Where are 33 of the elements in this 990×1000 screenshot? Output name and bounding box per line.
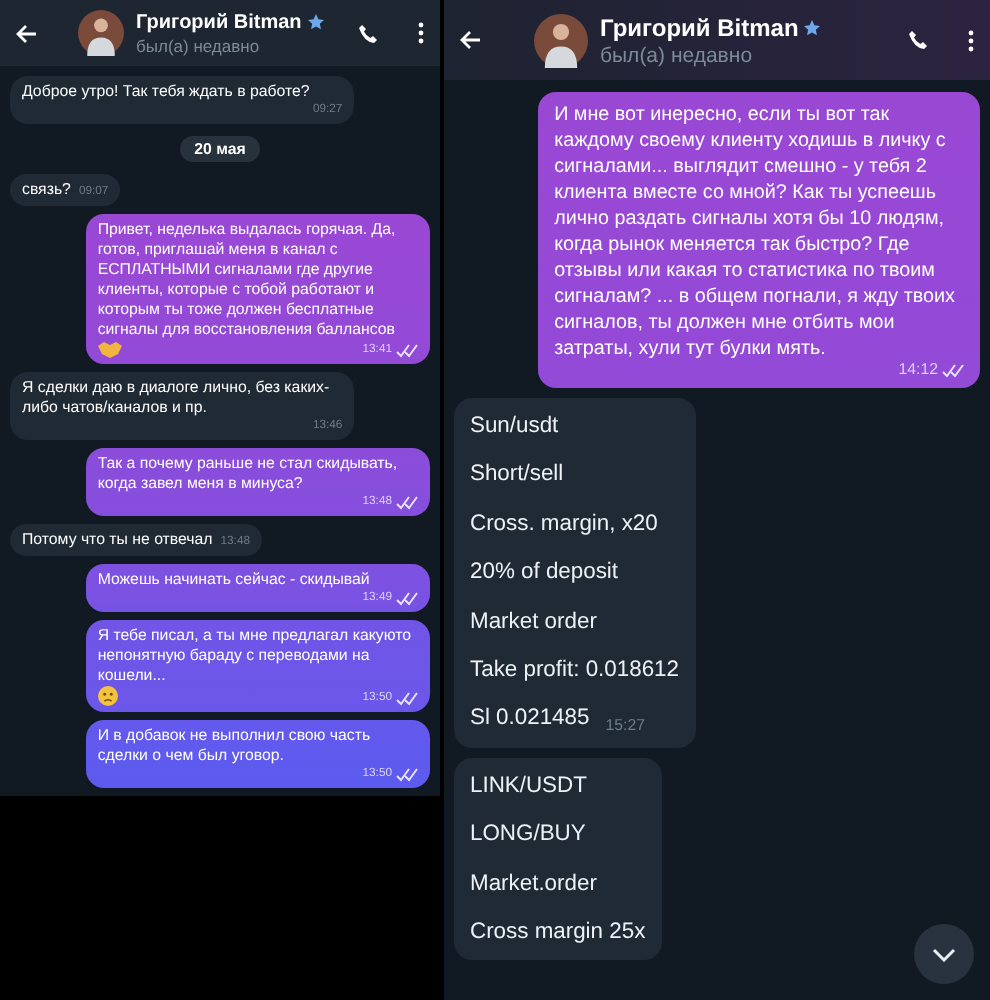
message-line: Cross. margin, x20	[470, 509, 660, 540]
chevron-down-icon	[932, 947, 956, 961]
avatar	[534, 13, 588, 67]
message-line: Sl 0.021485	[470, 704, 590, 735]
sad-face-icon	[97, 686, 118, 706]
phone-icon[interactable]	[358, 23, 378, 43]
scroll-down-button[interactable]	[914, 924, 974, 984]
message-text: И мне вот инересно, если ты вот так каждому своему клиенту ходишь в личку с сигналами... выглядит смешно - у тебя 2 клиента вместе со мной? Как ты успеешь лично раздать сигналы хотя бы 10 людям, когда рынок меняется так быстро? Где отзывы или какая то статистика по твоим сигналам? ... в общем погнали, я жду твоих сигналов, ты должен мне отбить мои затраты, хули тут булки мять.	[554, 102, 957, 362]
contact-name: Григорий Bitman	[136, 11, 302, 33]
double-check-icon	[942, 363, 964, 377]
last-seen-status: был(а) недавно	[600, 43, 755, 67]
contact-name: Григорий Bitman	[600, 13, 799, 41]
back-arrow-icon[interactable]	[460, 30, 482, 50]
message-line: LONG/BUY	[470, 820, 588, 851]
last-seen-status: был(а) недавно	[136, 35, 262, 55]
double-check-icon	[396, 767, 418, 781]
message-line: Market order	[470, 607, 599, 638]
more-options-icon[interactable]	[418, 22, 424, 44]
more-options-icon[interactable]	[968, 29, 974, 51]
message-line: Sun/usdt	[470, 412, 561, 442]
double-check-icon	[396, 591, 418, 605]
message-line: 20% of deposit	[470, 558, 621, 589]
message-line: Market.order	[470, 869, 599, 900]
double-check-icon	[396, 495, 418, 509]
double-check-icon	[396, 691, 418, 705]
double-check-icon	[396, 343, 418, 357]
message-line: LINK/USDT	[470, 771, 589, 802]
phone-icon[interactable]	[908, 30, 928, 50]
message-line: Take profit: 0.018612	[470, 656, 679, 687]
message-line: Short/sell	[470, 460, 566, 491]
back-arrow-icon[interactable]	[16, 23, 38, 43]
message-line: Cross margin 25x	[470, 918, 646, 949]
avatar	[78, 10, 124, 56]
